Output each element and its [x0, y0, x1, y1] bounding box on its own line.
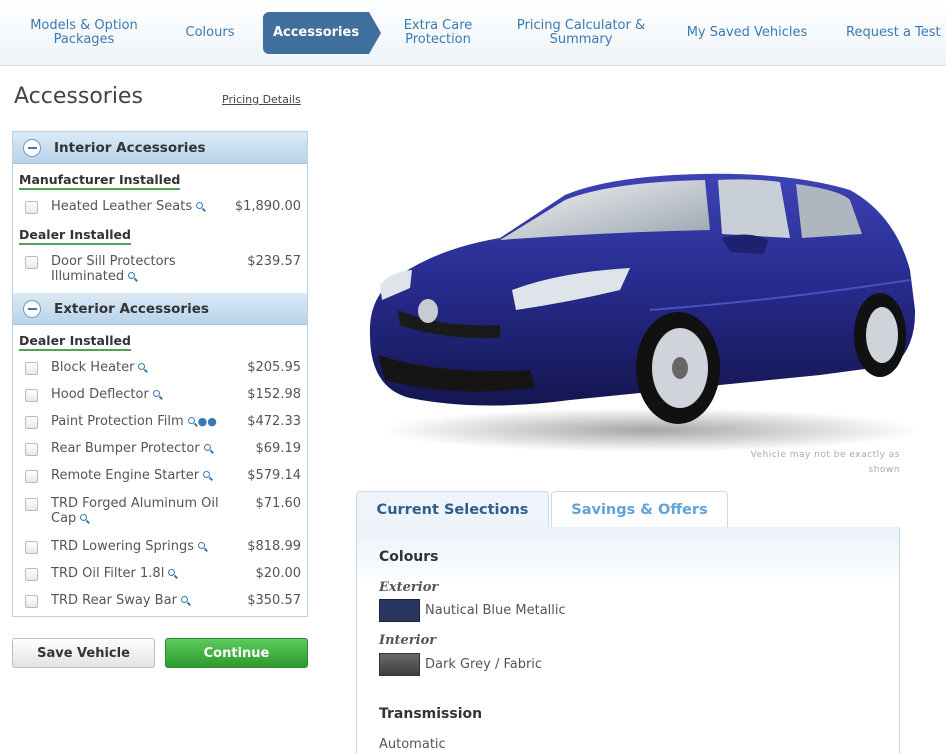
- step-my-saved-vehicles[interactable]: My Saved Vehicles: [675, 12, 819, 54]
- item-name: Heated Leather Seats: [51, 199, 193, 214]
- item-price: $205.95: [247, 360, 301, 375]
- item-name: TRD Forged Aluminum Oil Cap: [51, 496, 219, 526]
- checkbox[interactable]: [25, 256, 38, 269]
- collapse-icon[interactable]: [23, 299, 41, 318]
- section-header-exterior[interactable]: Exterior Accessories: [13, 293, 307, 325]
- magnifier-icon[interactable]: [152, 390, 160, 397]
- interior-colour-value: Dark Grey / Fabric: [425, 657, 543, 672]
- magnifier-icon[interactable]: [203, 471, 211, 478]
- step-models-option-packages[interactable]: Models & Option Packages: [20, 12, 148, 54]
- checkbox[interactable]: [25, 362, 38, 375]
- exterior-colour-swatch: [379, 599, 420, 622]
- magnifier-icon[interactable]: [196, 202, 204, 209]
- item-price: $350.57: [247, 593, 301, 608]
- item-price: $1,890.00: [234, 199, 301, 214]
- magnifier-icon[interactable]: [187, 417, 195, 424]
- interior-colour-swatch: [379, 653, 420, 676]
- magnifier-icon[interactable]: [80, 514, 88, 521]
- magnifier-icon[interactable]: [128, 272, 136, 279]
- exterior-colour-value: Nautical Blue Metallic: [425, 603, 566, 618]
- page-title: Accessories: [14, 84, 143, 109]
- checkbox[interactable]: [25, 568, 38, 581]
- item-name: TRD Oil Filter 1.8l: [51, 566, 165, 581]
- save-vehicle-button[interactable]: Save Vehicle: [12, 638, 155, 668]
- vehicle-image: [369, 173, 920, 452]
- item-price: $71.60: [255, 496, 302, 511]
- item-price: $152.98: [247, 387, 301, 402]
- step-navigation: Models & Option Packages Colours Accesso…: [0, 0, 946, 66]
- vehicle-disclaimer: Vehicle may not be exactly as shown: [750, 450, 900, 475]
- group-label: Dealer Installed: [19, 227, 131, 245]
- step-pricing-calculator-summary[interactable]: Pricing Calculator & Summary: [508, 12, 654, 54]
- pricing-details-link[interactable]: Pricing Details: [222, 93, 301, 106]
- section-label: Interior Accessories: [54, 139, 206, 156]
- item-price: $818.99: [247, 539, 301, 554]
- item-name: Rear Bumper Protector: [51, 441, 200, 456]
- magnifier-icon[interactable]: [138, 363, 146, 370]
- step-request-a-test[interactable]: Request a Test: [838, 12, 946, 54]
- magnifier-icon[interactable]: [180, 596, 188, 603]
- magnifier-icon[interactable]: [203, 444, 211, 451]
- people-icon[interactable]: ●●: [198, 414, 217, 429]
- transmission-value: Automatic: [379, 737, 446, 752]
- exterior-label: Exterior: [379, 580, 439, 595]
- item-name: Hood Deflector: [51, 387, 149, 402]
- item-name: Block Heater: [51, 360, 135, 375]
- accessories-panel: Interior Accessories Manufacturer Instal…: [12, 131, 308, 617]
- tab-savings-offers[interactable]: Savings & Offers: [551, 491, 728, 527]
- item-name: Paint Protection Film: [51, 414, 184, 429]
- item-price: $20.00: [255, 566, 302, 581]
- transmission-heading: Transmission: [379, 706, 483, 722]
- colours-heading: Colours: [379, 549, 439, 565]
- checkbox[interactable]: [25, 443, 38, 456]
- checkbox[interactable]: [25, 416, 38, 429]
- group-label: Dealer Installed: [19, 333, 131, 351]
- checkbox[interactable]: [25, 470, 38, 483]
- item-price: $472.33: [247, 414, 301, 429]
- section-label: Exterior Accessories: [54, 300, 209, 317]
- interior-label: Interior: [379, 633, 437, 648]
- tab-current-selections[interactable]: Current Selections: [356, 491, 549, 528]
- checkbox[interactable]: [25, 201, 38, 214]
- collapse-icon[interactable]: [23, 138, 41, 157]
- group-label: Manufacturer Installed: [19, 172, 181, 190]
- item-name: TRD Lowering Springs: [51, 539, 195, 554]
- item-price: $69.19: [255, 441, 302, 456]
- checkbox[interactable]: [25, 595, 38, 608]
- step-colours[interactable]: Colours: [168, 12, 252, 54]
- item-price: $579.14: [247, 468, 301, 483]
- item-name: Remote Engine Starter: [51, 468, 200, 483]
- section-header-interior[interactable]: Interior Accessories: [13, 132, 307, 164]
- item-price: $239.57: [247, 254, 301, 269]
- item-name: Door Sill Protectors Illuminated: [51, 254, 176, 284]
- checkbox[interactable]: [25, 498, 38, 511]
- continue-button[interactable]: Continue: [165, 638, 308, 668]
- magnifier-icon[interactable]: [198, 542, 206, 549]
- step-accessories[interactable]: Accessories: [263, 12, 381, 54]
- checkbox[interactable]: [25, 389, 38, 402]
- checkbox[interactable]: [25, 541, 38, 554]
- item-name: TRD Rear Sway Bar: [51, 593, 177, 608]
- step-extra-care-protection[interactable]: Extra Care Protection: [391, 12, 485, 54]
- magnifier-icon[interactable]: [168, 569, 176, 576]
